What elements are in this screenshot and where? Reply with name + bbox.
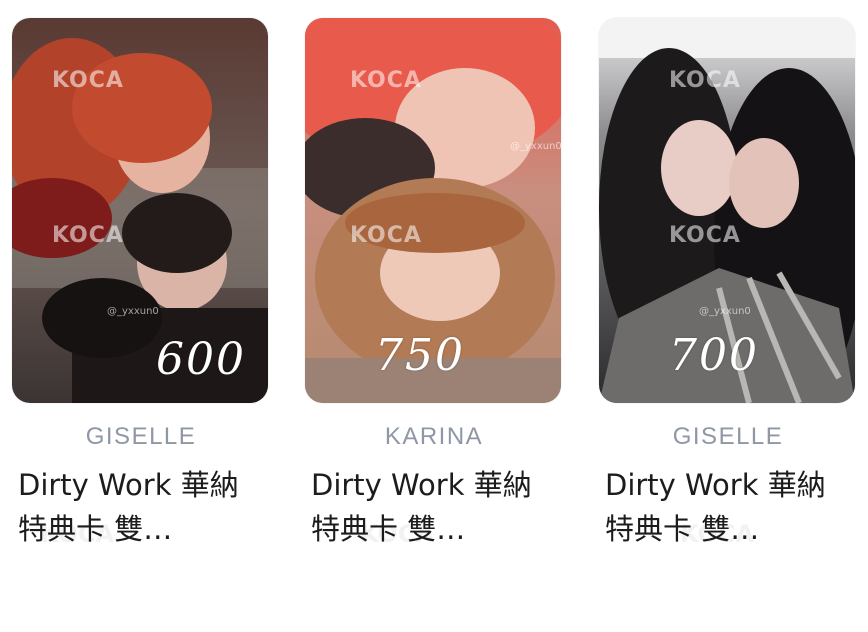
watermark-brand: KOCA bbox=[52, 223, 124, 248]
product-title[interactable]: Dirty Work 華納 特典卡 雙… bbox=[18, 463, 264, 551]
product-photo[interactable]: KOCA KOCA @_yxxun0 750 bbox=[305, 18, 561, 403]
product-card[interactable]: KOCA KOCA @_yxxun0 600 GISELLE Dirty Wor… bbox=[12, 18, 270, 551]
watermark-brand: KOCA bbox=[52, 68, 124, 93]
handwritten-price: 700 bbox=[669, 330, 759, 381]
product-photo[interactable]: KOCA KOCA @_yxxun0 600 bbox=[12, 18, 268, 403]
watermark-brand: KOCA bbox=[669, 68, 741, 93]
product-card[interactable]: KOCA KOCA @_yxxun0 750 KARINA Dirty Work… bbox=[305, 18, 563, 551]
watermark-brand: KOCA bbox=[350, 68, 422, 93]
listing-grid: KOCA KOCA KOCA KOCA KOCA @_yxxun0 600 GI… bbox=[0, 0, 868, 632]
handwritten-price: 600 bbox=[156, 334, 246, 385]
handwritten-price: 750 bbox=[375, 330, 465, 381]
member-name: GISELLE bbox=[672, 423, 784, 450]
product-title[interactable]: Dirty Work 華納 特典卡 雙… bbox=[311, 463, 557, 551]
product-photo[interactable]: KOCA KOCA @_yxxun0 700 bbox=[599, 18, 855, 403]
watermark-brand: KOCA bbox=[350, 223, 422, 248]
product-card[interactable]: KOCA KOCA @_yxxun0 700 GISELLE Dirty Wor… bbox=[599, 18, 857, 551]
watermark-handle: @_yxxun0 bbox=[699, 306, 751, 317]
product-title[interactable]: Dirty Work 華納 特典卡 雙… bbox=[605, 463, 851, 551]
member-name: KARINA bbox=[384, 423, 484, 450]
watermark-handle: @_yxxun0 bbox=[107, 306, 159, 317]
member-name: GISELLE bbox=[85, 423, 197, 450]
watermark-handle: @_yxxun0 bbox=[510, 141, 561, 152]
watermark-brand: KOCA bbox=[669, 223, 741, 248]
